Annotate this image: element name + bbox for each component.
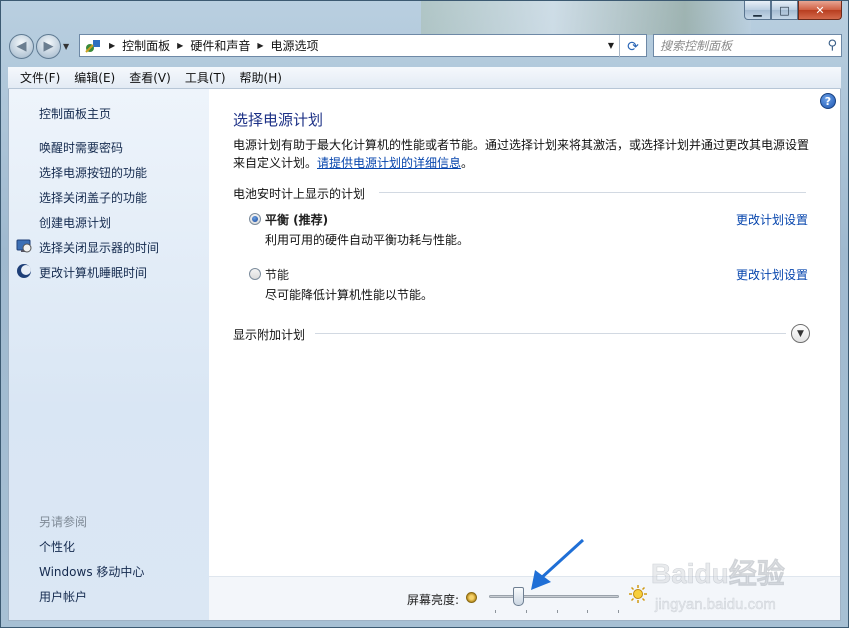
- control-panel-window: ▁ □ ✕ ◀ ▶ ▼ ▶ 控制面板 ▶ 硬件和声音 ▶ 电源选项 ▼ ⟳ 搜索…: [0, 0, 849, 628]
- show-additional-plans[interactable]: 显示附加计划: [233, 326, 305, 343]
- brightness-bar: 屏幕亮度:: [209, 576, 840, 620]
- main-panel: ? 选择电源计划 电源计划有助于最大化计算机的性能或者节能。通过选择计划来将其激…: [209, 89, 840, 620]
- chevron-right-icon[interactable]: ▶: [257, 41, 263, 50]
- sidebar-home-link[interactable]: 控制面板主页: [39, 105, 111, 122]
- page-description: 电源计划有助于最大化计算机的性能或者节能。通过选择计划来将其激活，或选择计划并通…: [233, 136, 823, 172]
- chevron-right-icon[interactable]: ▶: [109, 41, 115, 50]
- menu-file[interactable]: 文件(F): [14, 69, 66, 86]
- content-area: 控制面板主页 唤醒时需要密码 选择电源按钮的功能 选择关闭盖子的功能 创建电源计…: [8, 89, 841, 621]
- description-line1: 电源计划有助于最大化计算机的性能或者节能。通过选择计划来将其激活，或选择计划并通…: [233, 138, 810, 152]
- brightness-low-icon: [466, 592, 477, 603]
- control-panel-icon: [85, 39, 100, 53]
- change-plan-settings-balanced[interactable]: 更改计划设置: [736, 211, 808, 228]
- page-title: 选择电源计划: [233, 111, 324, 129]
- address-bar[interactable]: ▶ 控制面板 ▶ 硬件和声音 ▶ 电源选项 ▼ ⟳: [79, 34, 647, 58]
- brightness-slider[interactable]: [489, 595, 619, 598]
- description-line2: 来自定义计划。: [233, 156, 318, 170]
- description-suffix: 。: [461, 156, 474, 170]
- see-also-mobility-center[interactable]: Windows 移动中心: [39, 563, 144, 580]
- menu-bar: 文件(F) 编辑(E) 查看(V) 工具(T) 帮助(H): [8, 67, 841, 89]
- see-also-personalization[interactable]: 个性化: [39, 538, 75, 555]
- minimize-button[interactable]: ▁: [744, 1, 771, 20]
- sidebar-item-power-button[interactable]: 选择电源按钮的功能: [39, 164, 147, 181]
- breadcrumb-hardware-sound[interactable]: 硬件和声音: [190, 37, 250, 54]
- moon-icon: [17, 264, 31, 278]
- sidebar-item-wake-password[interactable]: 唤醒时需要密码: [39, 139, 123, 156]
- additional-divider: [315, 333, 786, 334]
- see-also-heading: 另请参阅: [39, 515, 88, 529]
- maximize-button[interactable]: □: [771, 1, 798, 20]
- menu-view[interactable]: 查看(V): [123, 69, 177, 86]
- plan-details-link[interactable]: 请提供电源计划的详细信息: [317, 156, 461, 170]
- breadcrumb-power-options[interactable]: 电源选项: [271, 37, 319, 54]
- brightness-slider-thumb[interactable]: [512, 587, 524, 606]
- see-also-user-accounts[interactable]: 用户帐户: [39, 588, 87, 605]
- sidebar-item-lid-close[interactable]: 选择关闭盖子的功能: [39, 189, 147, 206]
- search-icon[interactable]: ⚲: [827, 38, 837, 53]
- display-shield-icon: [16, 239, 32, 253]
- plan-balanced: 平衡 (推荐) 利用可用的硬件自动平衡功耗与性能。: [249, 211, 809, 247]
- arrow-left-icon: ◀: [16, 38, 27, 54]
- group-divider: [379, 192, 806, 193]
- search-box[interactable]: 搜索控制面板 ⚲: [653, 34, 842, 57]
- plan-power-saver: 节能 尽可能降低计算机性能以节能。: [249, 266, 809, 302]
- plan-balanced-name[interactable]: 平衡 (推荐): [265, 211, 328, 228]
- sidebar-item-display-off[interactable]: 选择关闭显示器的时间: [39, 239, 159, 256]
- search-input[interactable]: 搜索控制面板: [660, 37, 732, 54]
- menu-help[interactable]: 帮助(H): [234, 69, 288, 86]
- caption-buttons: ▁ □ ✕: [744, 1, 842, 20]
- navigation-row: ◀ ▶ ▼ ▶ 控制面板 ▶ 硬件和声音 ▶ 电源选项 ▼ ⟳ 搜索控制面板 ⚲: [9, 31, 842, 61]
- menu-edit[interactable]: 编辑(E): [68, 69, 121, 86]
- brightness-label: 屏幕亮度:: [407, 593, 460, 607]
- glass-background: [421, 1, 751, 35]
- slider-ticks: [495, 610, 619, 613]
- plan-power-saver-desc: 尽可能降低计算机性能以节能。: [265, 288, 434, 302]
- radio-power-saver[interactable]: [249, 268, 261, 280]
- refresh-button[interactable]: ⟳: [619, 35, 646, 58]
- close-button[interactable]: ✕: [798, 1, 842, 20]
- brightness-high-icon: [629, 585, 647, 603]
- radio-balanced[interactable]: [249, 213, 261, 225]
- chevron-down-icon[interactable]: ▼: [791, 324, 810, 343]
- sidebar-item-sleep-time[interactable]: 更改计算机睡眠时间: [39, 264, 147, 281]
- sidebar-item-create-plan[interactable]: 创建电源计划: [39, 214, 111, 231]
- chevron-down-icon: ▼: [63, 41, 70, 51]
- address-dropdown-icon[interactable]: ▼: [608, 41, 614, 50]
- breadcrumb-control-panel[interactable]: 控制面板: [122, 37, 170, 54]
- menu-tools[interactable]: 工具(T): [179, 69, 232, 86]
- chevron-right-icon[interactable]: ▶: [177, 41, 183, 50]
- plan-power-saver-name[interactable]: 节能: [265, 266, 289, 283]
- help-icon[interactable]: ?: [820, 93, 836, 109]
- forward-button[interactable]: ▶: [36, 33, 61, 59]
- arrow-right-icon: ▶: [43, 38, 54, 54]
- refresh-icon: ⟳: [627, 38, 639, 55]
- sidebar: 控制面板主页 唤醒时需要密码 选择电源按钮的功能 选择关闭盖子的功能 创建电源计…: [9, 89, 209, 620]
- recent-pages-dropdown[interactable]: ▼: [63, 42, 75, 51]
- group-heading: 电池安时计上显示的计划: [233, 187, 366, 201]
- plan-balanced-desc: 利用可用的硬件自动平衡功耗与性能。: [265, 233, 470, 247]
- back-button[interactable]: ◀: [9, 33, 34, 59]
- change-plan-settings-saver[interactable]: 更改计划设置: [736, 266, 808, 283]
